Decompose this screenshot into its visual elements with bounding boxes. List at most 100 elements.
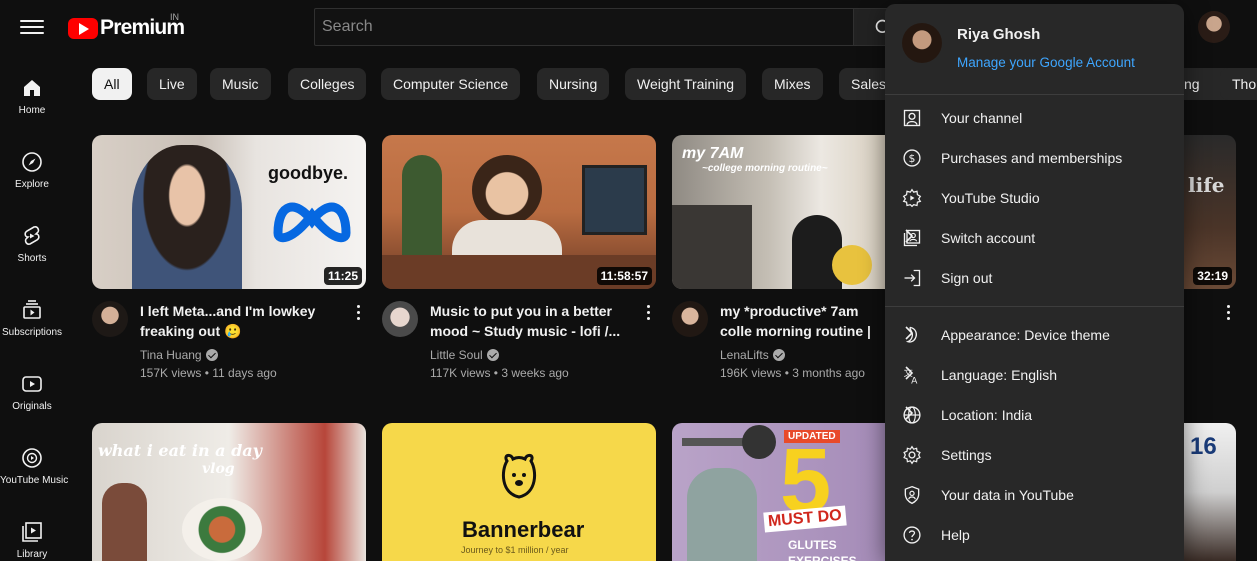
sidebar-item-subscriptions[interactable]: Subscriptions bbox=[0, 278, 64, 352]
channel-avatar[interactable] bbox=[672, 301, 708, 337]
dollar-icon: $ bbox=[903, 149, 921, 167]
mini-guide: Home Explore Shorts Subscriptions Origin… bbox=[0, 56, 68, 561]
sidebar-item-label: Explore bbox=[15, 179, 49, 190]
video-title[interactable]: my *productive* 7am colle morning routin… bbox=[720, 301, 885, 341]
video-thumbnail[interactable]: life 32:19 bbox=[1184, 135, 1236, 289]
channel-name[interactable]: Little Soul bbox=[430, 348, 499, 362]
thumbnail-subtext: MUST DO bbox=[763, 505, 847, 533]
video-thumbnail[interactable]: Bannerbear Journey to $1 million / year bbox=[382, 423, 656, 561]
menu-item-label: Help bbox=[941, 527, 970, 543]
youtube-play-icon bbox=[68, 17, 98, 39]
menu-item-youtube-studio[interactable]: YouTube Studio bbox=[885, 178, 1184, 218]
menu-item-label: Purchases and memberships bbox=[941, 150, 1123, 166]
thumbnail-subtext: ~college morning routine~ bbox=[702, 163, 828, 174]
sidebar-item-shorts[interactable]: Shorts bbox=[0, 204, 64, 278]
video-thumbnail[interactable]: my 7AM ~college morning routine~ bbox=[672, 135, 885, 289]
chip-mixes[interactable]: Mixes bbox=[762, 68, 823, 100]
menu-icon[interactable] bbox=[20, 16, 44, 40]
menu-item-label: Sign out bbox=[941, 270, 993, 286]
menu-divider bbox=[885, 94, 1184, 95]
menu-item-purchases[interactable]: $ Purchases and memberships bbox=[885, 138, 1184, 178]
chip-weight-training[interactable]: Weight Training bbox=[625, 68, 747, 100]
shorts-icon bbox=[24, 226, 40, 245]
svg-text:$: $ bbox=[909, 152, 916, 165]
menu-item-sign-out[interactable]: Sign out bbox=[885, 258, 1184, 298]
gear-icon bbox=[903, 445, 921, 465]
verified-icon bbox=[205, 349, 218, 361]
library-icon bbox=[22, 522, 42, 542]
sidebar-item-library[interactable]: Library bbox=[0, 500, 64, 561]
channel-avatar[interactable] bbox=[92, 301, 128, 337]
person-image bbox=[792, 215, 842, 289]
menu-item-label: Language: English bbox=[941, 367, 1057, 383]
sidebar-item-youtube-music[interactable]: YouTube Music bbox=[0, 426, 68, 500]
thumbnail-subtext: Journey to $1 million / year bbox=[461, 545, 569, 555]
person-image bbox=[472, 155, 542, 225]
menu-avatar bbox=[902, 23, 942, 63]
account-menu: Riya Ghosh Manage your Google Account Yo… bbox=[885, 4, 1184, 561]
menu-item-help[interactable]: Help bbox=[885, 515, 1184, 555]
video-duration: 11:25 bbox=[323, 267, 362, 285]
video-thumbnail[interactable]: 16 bbox=[1184, 423, 1236, 561]
menu-item-location[interactable]: Location: India bbox=[885, 395, 1184, 435]
chevron-right-icon bbox=[905, 366, 914, 380]
chevron-right-icon bbox=[905, 229, 914, 243]
sidebar-item-originals[interactable]: Originals bbox=[0, 352, 64, 426]
youtube-premium-logo[interactable]: Premium bbox=[68, 14, 185, 42]
chip-colleges[interactable]: Colleges bbox=[288, 68, 367, 100]
monitor-image bbox=[582, 165, 647, 235]
sidebar-item-label: Subscriptions bbox=[1, 327, 63, 338]
thumbnail-subtext: vlog bbox=[202, 461, 235, 477]
menu-item-switch-account[interactable]: Switch account bbox=[885, 218, 1184, 258]
video-thumbnail[interactable]: what i eat in a day vlog bbox=[92, 423, 366, 561]
menu-item-label: Settings bbox=[941, 447, 992, 463]
channel-name[interactable]: LenaLifts bbox=[720, 348, 785, 362]
chip-music[interactable]: Music bbox=[210, 68, 271, 100]
more-options-icon[interactable] bbox=[348, 302, 368, 326]
menu-item-your-channel[interactable]: Your channel bbox=[885, 98, 1184, 138]
country-code: IN bbox=[170, 12, 179, 22]
thumbnail-text: goodbye. bbox=[268, 163, 348, 183]
channel-name-text: LenaLifts bbox=[720, 348, 769, 362]
menu-item-appearance[interactable]: Appearance: Device theme bbox=[885, 315, 1184, 355]
chip-computer-science[interactable]: Computer Science bbox=[381, 68, 521, 100]
chip-partial-2[interactable]: Tho bbox=[1220, 68, 1257, 100]
manage-google-account-link[interactable]: Manage your Google Account bbox=[957, 55, 1135, 70]
more-options-icon[interactable] bbox=[638, 302, 658, 326]
video-title[interactable]: I left Meta...and I'm lowkey freaking ou… bbox=[140, 301, 340, 341]
search-box bbox=[314, 8, 854, 46]
channel-avatar[interactable] bbox=[382, 301, 418, 337]
menu-item-label: Your data in YouTube bbox=[941, 487, 1074, 503]
menu-item-your-data[interactable]: Your data in YouTube bbox=[885, 475, 1184, 515]
video-stats: 196K views • 3 months ago bbox=[720, 366, 865, 380]
sidebar-item-label: Shorts bbox=[17, 253, 47, 264]
menu-item-label: Your channel bbox=[941, 110, 1023, 126]
chevron-right-icon bbox=[905, 406, 914, 420]
sidebar-item-home[interactable]: Home bbox=[0, 56, 64, 130]
thumbnail-text: 16 bbox=[1190, 433, 1217, 460]
search-input[interactable] bbox=[315, 9, 853, 45]
sidebar-item-explore[interactable]: Explore bbox=[0, 130, 64, 204]
weight-plate-image bbox=[742, 425, 776, 459]
originals-icon bbox=[22, 376, 42, 392]
video-duration: 11:58:57 bbox=[596, 267, 652, 285]
menu-item-label: YouTube Studio bbox=[941, 190, 1040, 206]
channel-name[interactable]: Tina Huang bbox=[140, 348, 218, 362]
chip-all[interactable]: All bbox=[92, 68, 132, 100]
person-icon bbox=[903, 109, 921, 127]
video-thumbnail[interactable]: goodbye. 11:25 bbox=[92, 135, 366, 289]
video-title[interactable]: Music to put you in a better mood ~ Stud… bbox=[430, 301, 630, 341]
menu-item-settings[interactable]: Settings bbox=[885, 435, 1184, 475]
channel-name-text: Tina Huang bbox=[140, 348, 202, 362]
video-thumbnail[interactable]: UPDATED 5 MUST DO GLUTES EXERCISES bbox=[672, 423, 885, 561]
video-stats: 117K views • 3 weeks ago bbox=[430, 366, 569, 380]
menu-item-label: Switch account bbox=[941, 230, 1036, 246]
chip-live[interactable]: Live bbox=[147, 68, 197, 100]
account-avatar[interactable] bbox=[1198, 11, 1230, 43]
laptop-image bbox=[672, 205, 752, 289]
chip-nursing[interactable]: Nursing bbox=[537, 68, 610, 100]
menu-item-language[interactable]: 文A Language: English bbox=[885, 355, 1184, 395]
more-options-icon[interactable] bbox=[1218, 302, 1238, 326]
video-thumbnail[interactable]: 11:58:57 bbox=[382, 135, 656, 289]
studio-icon bbox=[902, 188, 922, 208]
